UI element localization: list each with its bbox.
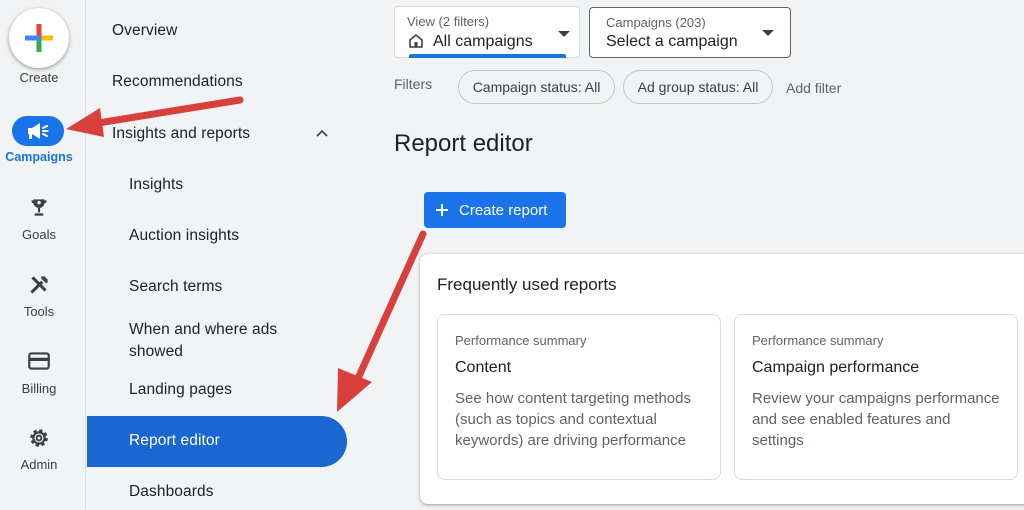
view-caret-icon [558, 31, 570, 37]
report-card-campaign-performance[interactable]: Performance summary Campaign performance… [734, 314, 1018, 480]
report-desc-line: See how content targeting methods [455, 390, 691, 407]
report-description: See how content targeting methods (such … [455, 388, 717, 451]
view-dropdown[interactable]: View (2 filters) All campaigns [394, 6, 580, 58]
campaign-count: Campaigns (203) [606, 15, 706, 30]
trophy-icon[interactable] [24, 195, 54, 221]
report-desc-line: settings [752, 432, 804, 449]
report-name: Campaign performance [752, 359, 920, 376]
campaigns-label[interactable]: Campaigns [0, 150, 82, 164]
nav-auction-insights[interactable]: Auction insights [129, 227, 239, 245]
goals-label[interactable]: Goals [0, 227, 82, 242]
create-report-button[interactable]: Create report [424, 192, 566, 228]
campaign-status-chip[interactable]: Campaign status: All [458, 70, 615, 104]
nav-overview[interactable]: Overview [112, 22, 177, 40]
frequently-used-reports-card: Frequently used reports Performance summ… [420, 254, 1024, 504]
megaphone-icon [28, 123, 49, 139]
plus-icon [25, 24, 53, 52]
admin-label[interactable]: Admin [0, 457, 82, 472]
view-active-indicator [409, 54, 566, 58]
credit-card-icon[interactable] [24, 348, 54, 374]
nav-dashboards[interactable]: Dashboards [129, 483, 214, 501]
gear-icon[interactable] [24, 425, 54, 451]
campaign-value: Select a campaign [606, 33, 738, 50]
create-button[interactable] [9, 8, 69, 68]
page-title: Report editor [394, 130, 533, 157]
nav-recommendations[interactable]: Recommendations [112, 73, 243, 91]
create-report-label: Create report [459, 201, 548, 219]
create-label: Create [19, 70, 59, 85]
campaigns-nav-item[interactable] [12, 116, 64, 146]
ad-group-status-chip[interactable]: Ad group status: All [623, 70, 773, 104]
nav-search-terms[interactable]: Search terms [129, 278, 222, 296]
report-category: Performance summary [455, 333, 587, 348]
report-desc-line: (such as topics and contextual [455, 411, 657, 428]
report-card-content[interactable]: Performance summary Content See how cont… [437, 314, 721, 480]
chevron-up-icon[interactable] [315, 128, 329, 138]
add-filter-button[interactable]: Add filter [786, 80, 841, 96]
report-desc-line: and see enabled features and [752, 411, 951, 428]
nav-panel: Overview Recommendations Insights and re… [87, 0, 377, 510]
view-value: All campaigns [433, 33, 533, 50]
home-icon [409, 33, 423, 48]
billing-label[interactable]: Billing [0, 381, 82, 396]
left-rail: Create Campaigns Goals Tools Billing Adm… [0, 0, 86, 510]
campaign-dropdown[interactable]: Campaigns (203) Select a campaign [589, 7, 791, 58]
main-content: View (2 filters) All campaigns Campaigns… [377, 0, 1024, 510]
plus-icon [436, 204, 448, 216]
nav-insights[interactable]: Insights [129, 176, 183, 194]
report-desc-line: Review your campaigns performance [752, 390, 1000, 407]
frequently-used-title: Frequently used reports [437, 275, 617, 294]
nav-insights-and-reports[interactable]: Insights and reports [112, 125, 250, 143]
tools-icon[interactable] [24, 272, 54, 298]
campaign-caret-icon [762, 30, 774, 36]
filters-label: Filters [394, 76, 433, 92]
nav-landing-pages[interactable]: Landing pages [129, 381, 232, 399]
view-filter-count: View (2 filters) [407, 14, 490, 29]
report-name: Content [455, 359, 512, 376]
tools-label[interactable]: Tools [0, 304, 82, 319]
nav-when-where-line1: When and where ads [129, 321, 278, 338]
report-category: Performance summary [752, 333, 884, 348]
nav-when-where-line2: showed [129, 343, 184, 360]
nav-when-and-where[interactable]: When and where ads showed [129, 319, 277, 363]
report-description: Review your campaigns performance and se… [752, 388, 1014, 451]
report-desc-line: keywords) are driving performance [455, 432, 686, 449]
nav-report-editor[interactable]: Report editor [129, 432, 220, 450]
